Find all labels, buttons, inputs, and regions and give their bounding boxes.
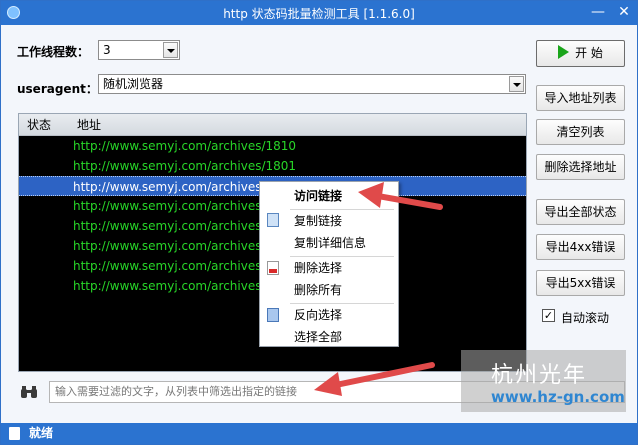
autoscroll-label: 自动滚动 [561,311,610,325]
close-icon[interactable]: ✕ [615,4,633,21]
title-bar[interactable]: http 状态码批量检测工具 [1.1.6.0] — ✕ [1,1,637,25]
minimize-icon[interactable]: — [589,4,607,21]
useragent-label: useragent： [17,82,98,96]
menu-item-delete-all[interactable]: 删除所有 [260,279,398,301]
import-list-button[interactable]: 导入地址列表 [536,85,625,111]
list-item[interactable]: http://www.semyj.com/archives/1810 [19,136,526,156]
menu-item-copy[interactable]: 复制链接 [260,210,398,232]
menu-item-select-all[interactable]: 选择全部 [260,326,398,348]
status-text: 就绪 [29,426,54,440]
play-icon [558,45,570,59]
status-bar: 就绪 [1,423,637,444]
threads-select[interactable]: 3 [98,40,180,60]
export-4xx-button[interactable]: 导出4xx错误 [536,234,625,260]
threads-label: 工作线程数： [17,45,90,59]
useragent-select[interactable]: 随机浏览器 [98,74,526,94]
useragent-value: 随机浏览器 [103,77,164,91]
chevron-down-icon[interactable] [163,42,178,58]
column-address[interactable]: 地址 [73,116,101,133]
start-label: 开 始 [575,46,603,60]
threads-value: 3 [103,43,111,57]
app-window: http 状态码批量检测工具 [1.1.6.0] — ✕ 工作线程数： 3 us… [0,0,638,445]
context-menu: 访问链接 复制链接 复制详细信息 删除选择 删除所有 反向选择 选择全部 [259,181,399,347]
menu-item-copy-detail[interactable]: 复制详细信息 [260,232,398,254]
start-button[interactable]: 开 始 [536,40,625,67]
watermark-name: 杭州光年 [491,363,588,388]
watermark-url: www.hz-gn.com [491,388,625,406]
autoscroll-checkbox[interactable]: ✓ [542,309,555,322]
column-status[interactable]: 状态 [19,116,73,133]
list-item[interactable]: http://www.semyj.com/archives/1801 [19,156,526,176]
menu-item-invert[interactable]: 反向选择 [260,304,398,326]
menu-item-delete-selected[interactable]: 删除选择 [260,257,398,279]
clear-list-button[interactable]: 清空列表 [536,119,625,145]
binoculars-icon [20,385,38,399]
window-title: http 状态码批量检测工具 [1.1.6.0] [223,7,415,21]
export-5xx-button[interactable]: 导出5xx错误 [536,270,625,296]
delete-selected-button[interactable]: 删除选择地址 [536,154,625,180]
list-header: 状态 地址 [19,114,526,136]
document-icon [9,427,20,440]
chevron-down-icon[interactable] [509,76,524,92]
export-all-button[interactable]: 导出全部状态 [536,199,625,225]
menu-item-visit[interactable]: 访问链接 [260,185,398,207]
